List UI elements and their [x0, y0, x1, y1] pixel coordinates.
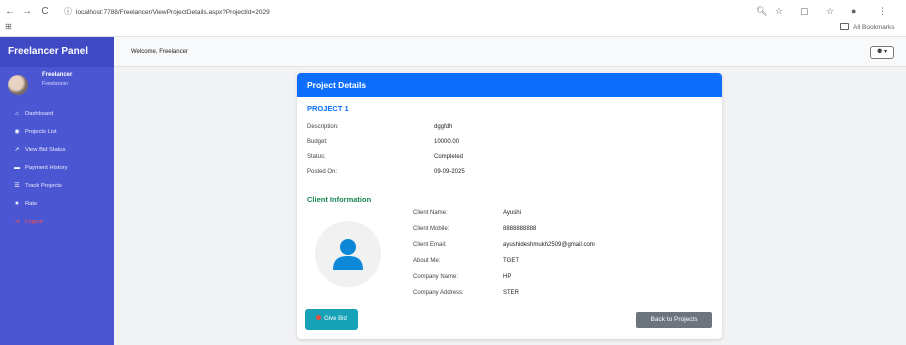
- sidebar-menu: ⌂ Dashboard ◉ Projects List ➚ View Bid Stat…: [0, 105, 114, 231]
- client-value: ayushideshmukh2509@gmail.com: [503, 242, 595, 248]
- give-bid-button[interactable]: Give Bid: [305, 309, 358, 330]
- client-value: TGET: [503, 258, 519, 264]
- detail-value: 09-09-2025: [434, 169, 465, 175]
- detail-label: Budget:: [307, 139, 328, 145]
- sidebar-item-label: Payment History: [25, 165, 68, 171]
- profile-role: Freelancer: [42, 81, 69, 87]
- client-value: Ayushi: [503, 210, 521, 216]
- all-bookmarks[interactable]: All Bookmarks: [840, 22, 895, 34]
- client-info-title: Client Information: [307, 195, 372, 204]
- eye-icon: ◉: [14, 129, 20, 135]
- client-label: About Me:: [413, 258, 441, 264]
- user-menu-button[interactable]: ⚉ ▾: [870, 46, 894, 59]
- sidebar-item-rate[interactable]: ★ Rate: [0, 195, 114, 213]
- home-icon: ⌂: [15, 111, 19, 117]
- zoom-icon[interactable]: 🔍︎: [756, 4, 767, 18]
- client-label: Client Name:: [413, 210, 448, 216]
- menu-kebab-icon[interactable]: ⋮: [878, 4, 887, 18]
- detail-label: Description:: [307, 124, 339, 130]
- give-bid-label: Give Bid: [324, 316, 347, 322]
- sidebar-item-track-projects[interactable]: ☰ Track Projects: [0, 177, 114, 195]
- welcome-text: Welcome, Freelancer: [131, 49, 188, 55]
- main-content: Project Details PROJECT 1 Description: d…: [114, 67, 906, 345]
- profile-name: Freelancer: [42, 72, 73, 78]
- folder-icon: [840, 23, 849, 30]
- sidebar-item-payment-history[interactable]: ▬ Payment History: [0, 159, 114, 177]
- sidebar-item-label: Rate: [25, 201, 38, 207]
- sidebar-item-label: Track Projects: [25, 183, 62, 189]
- user-icon: [333, 239, 363, 270]
- client-label: Company Name:: [413, 274, 459, 280]
- forward-arrow-icon[interactable]: →: [20, 5, 34, 19]
- detail-value: Completed: [434, 154, 464, 160]
- sidebar-item-dashboard[interactable]: ⌂ Dashboard: [0, 105, 114, 123]
- list-icon: ☰: [14, 183, 20, 189]
- back-arrow-icon[interactable]: ←: [3, 5, 17, 19]
- client-value: STER: [503, 290, 520, 296]
- detail-label: Posted On:: [307, 169, 338, 175]
- project-details-card: Project Details PROJECT 1 Description: d…: [297, 73, 722, 339]
- bookmark-star-icon[interactable]: ☆: [775, 4, 783, 18]
- url-text: localhost:7788/Freelancer/ViewProjectDet…: [76, 9, 270, 16]
- sidebar-title: Freelancer Panel: [0, 37, 114, 67]
- sidebar-item-label: Dashboard: [25, 111, 54, 117]
- bid-icon: [316, 315, 322, 320]
- sidebar-item-label: Logout: [25, 219, 43, 225]
- address-bar[interactable]: ⓘ localhost:7788/Freelancer/ViewProjectDe…: [64, 5, 270, 20]
- sidebar: Freelancer Panel Freelancer Freelancer ⌂…: [0, 37, 114, 345]
- star-icon: ★: [14, 201, 20, 207]
- wallet-icon: ▬: [14, 165, 20, 171]
- client-value: 8888888888: [503, 226, 537, 232]
- extensions-icon[interactable]: ▢: [800, 4, 809, 18]
- client-label: Company Address:: [413, 290, 464, 296]
- client-value: HP: [503, 274, 512, 280]
- site-info-icon[interactable]: ⓘ: [64, 7, 72, 16]
- client-label: Client Mobile:: [413, 226, 450, 232]
- back-to-projects-button[interactable]: Back to Projects: [636, 312, 712, 328]
- card-header: Project Details: [297, 73, 722, 97]
- detail-value: 10000.00: [434, 139, 460, 145]
- sidebar-item-projects-list[interactable]: ◉ Projects List: [0, 123, 114, 141]
- detail-label: Status:: [307, 154, 326, 160]
- sidebar-item-view-bid-status[interactable]: ➚ View Bid Status: [0, 141, 114, 159]
- top-navbar: Welcome, Freelancer ⚉ ▾: [114, 37, 906, 67]
- apps-grid-icon[interactable]: ⊞: [5, 22, 12, 31]
- client-label: Client Email:: [413, 242, 447, 248]
- project-title: PROJECT 1: [307, 104, 349, 113]
- sidebar-profile: Freelancer Freelancer: [0, 67, 114, 105]
- reload-icon[interactable]: C: [38, 5, 52, 19]
- gavel-icon: ➚: [14, 147, 20, 153]
- sidebar-item-label: View Bid Status: [25, 147, 66, 153]
- profile-avatar: [8, 75, 28, 95]
- all-bookmarks-label: All Bookmarks: [853, 24, 895, 31]
- profile-icon[interactable]: ●: [851, 4, 856, 18]
- sidebar-item-logout[interactable]: ⇥ Logout: [0, 213, 114, 231]
- bookmarks-icon[interactable]: ☆: [826, 4, 834, 18]
- client-avatar: [315, 221, 381, 287]
- logout-icon: ⇥: [14, 219, 20, 225]
- sidebar-item-label: Projects List: [25, 129, 57, 135]
- browser-chrome: ← → C ⓘ localhost:7788/Freelancer/ViewPro…: [0, 0, 906, 37]
- detail-value: dggfdh: [434, 124, 453, 130]
